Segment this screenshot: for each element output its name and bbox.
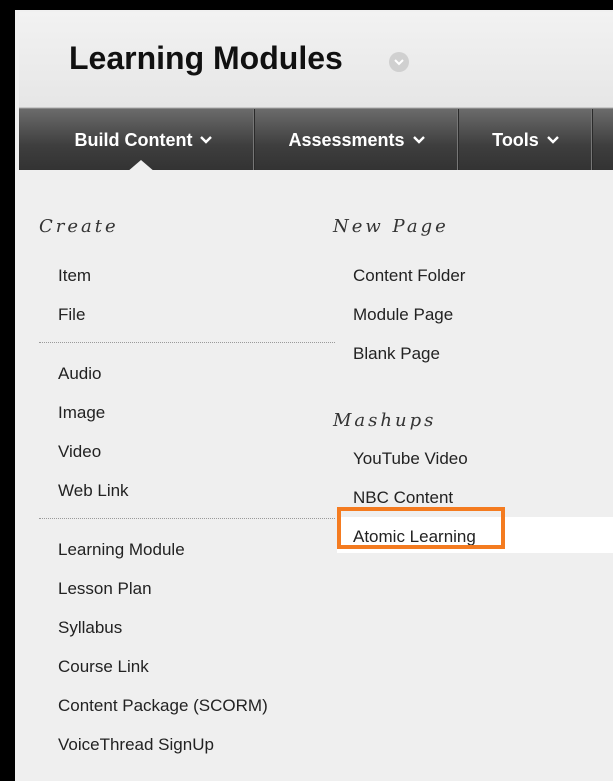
highlight-callout-box: [337, 507, 505, 549]
divider: [39, 342, 335, 343]
menu-item-voicethread-signup[interactable]: VoiceThread SignUp: [58, 733, 214, 757]
menu-item-content-package[interactable]: Content Package (SCORM): [58, 694, 268, 718]
menu-item-syllabus[interactable]: Syllabus: [58, 616, 122, 640]
menu-item-learning-module[interactable]: Learning Module: [58, 538, 185, 562]
divider: [39, 518, 335, 519]
menu-item-file[interactable]: File: [58, 303, 85, 327]
menu-item-image[interactable]: Image: [58, 401, 105, 425]
tab-label: Tools: [492, 129, 539, 150]
section-heading-mashups: Mashups: [333, 410, 437, 431]
chevron-down-icon: [546, 136, 559, 144]
menu-item-content-folder[interactable]: Content Folder: [353, 264, 465, 288]
section-heading-new-page: New Page: [333, 216, 449, 237]
content-area: Learning Modules Build Content Assessmen…: [19, 12, 613, 781]
menu-item-module-page[interactable]: Module Page: [353, 303, 453, 327]
tab-label: Build Content: [74, 129, 193, 150]
menu-item-audio[interactable]: Audio: [58, 362, 101, 386]
chevron-down-icon: [200, 136, 213, 144]
menu-item-item[interactable]: Item: [58, 264, 91, 288]
menu-item-video[interactable]: Video: [58, 440, 101, 464]
title-options-chevron-icon[interactable]: [389, 52, 409, 72]
page-title: Learning Modules: [69, 40, 343, 76]
tab-tools[interactable]: Tools: [459, 109, 593, 171]
menu-item-blank-page[interactable]: Blank Page: [353, 342, 440, 366]
content-tab-bar: Build Content Assessments Tools: [19, 108, 613, 171]
tab-label: Assessments: [288, 129, 405, 150]
window-frame: Learning Modules Build Content Assessmen…: [0, 0, 613, 781]
build-content-menu: Create Item File Audio Image Video Web L…: [19, 170, 613, 781]
chevron-down-icon: [412, 136, 425, 144]
menu-item-youtube-video[interactable]: YouTube Video: [353, 447, 468, 471]
menu-item-lesson-plan[interactable]: Lesson Plan: [58, 577, 152, 601]
page-header: Learning Modules: [19, 12, 613, 108]
section-heading-create: Create: [39, 216, 119, 237]
tab-assessments[interactable]: Assessments: [255, 109, 459, 171]
menu-item-course-link[interactable]: Course Link: [58, 655, 149, 679]
menu-item-web-link[interactable]: Web Link: [58, 479, 129, 503]
